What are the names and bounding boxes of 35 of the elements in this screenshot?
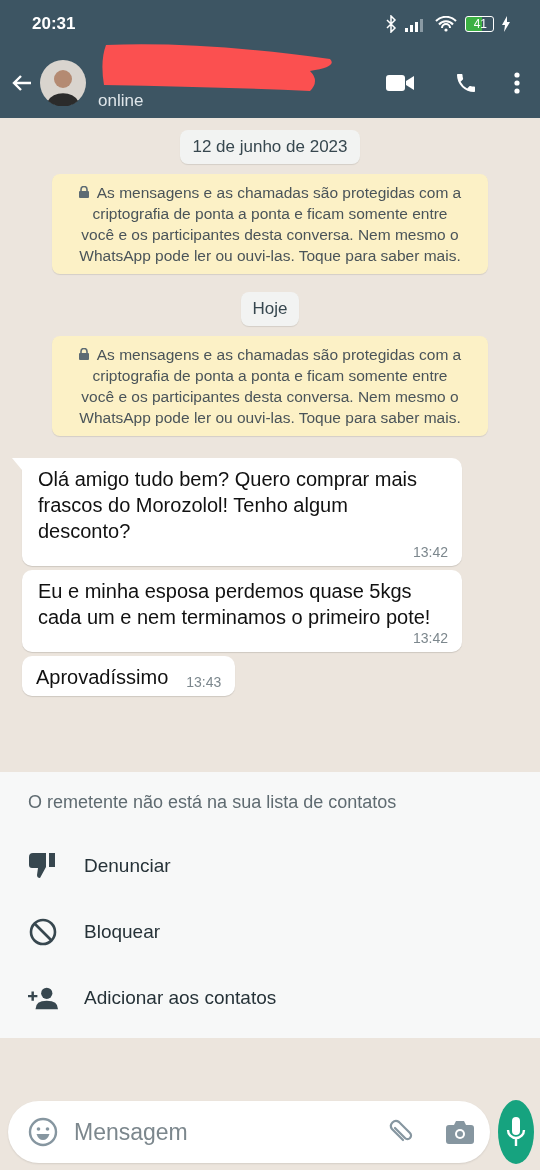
emoji-icon[interactable] [28, 1117, 58, 1147]
message-text: Eu e minha esposa perdemos quase 5kgs cada um e nem terminamos o primeiro pote! [38, 579, 432, 630]
action-item[interactable]: Denunciar [28, 833, 512, 899]
microphone-icon [506, 1117, 526, 1147]
avatar-icon[interactable] [40, 60, 86, 106]
encryption-notice[interactable]: As mensagens e as chamadas são protegidas com a criptografia de ponta a ponta e ficam somente entre você e os participantes desta conversa. Nem mesmo o WhatsApp pode ler ou ouvi-las. Toque para saber mais. [52, 336, 488, 436]
message-text: Olá amigo tudo bem? Quero comprar mais frascos do Morozolol! Tenho algum desconto? [38, 467, 419, 544]
unknown-sender-notice: O remetente não está na sua lista de contatos [28, 792, 398, 813]
contact-status: online [98, 91, 144, 111]
more-options-icon[interactable] [514, 72, 520, 94]
action-item[interactable]: Adicionar aos contatos [28, 965, 512, 1031]
charging-icon [502, 16, 510, 32]
add-contact-icon [28, 986, 58, 1010]
message-input-field[interactable]: Mensagem [72, 1117, 372, 1147]
status-time: 20:31 [32, 14, 76, 34]
wifi-icon [434, 16, 457, 32]
action-item[interactable]: Bloquear [28, 899, 512, 965]
message-time: 13:42 [412, 544, 448, 560]
date-chip: 12 de junho de 2023 [180, 130, 360, 164]
date-chip: Hoje [240, 292, 300, 326]
encryption-notice[interactable]: As mensagens e as chamadas são protegidas com a criptografia de ponta a ponta e ficam somente entre você e os participantes desta conversa. Nem mesmo o WhatsApp pode ler ou ouvi-las. Toque para saber mais. [52, 174, 488, 274]
camera-icon[interactable] [446, 1120, 474, 1144]
video-call-icon[interactable] [386, 73, 414, 93]
microphone-button[interactable] [498, 1100, 534, 1164]
bluetooth-icon [384, 15, 397, 33]
message-text: Aprovadíssimo [36, 665, 169, 690]
phone-icon[interactable] [454, 71, 478, 95]
battery-level: 41 [464, 16, 494, 32]
lock-icon [78, 186, 89, 198]
lock-icon [78, 348, 89, 360]
message-time: 13:42 [412, 630, 448, 646]
thumbs-down-icon [28, 853, 58, 879]
message-time: 13:43 [186, 674, 222, 690]
message-field[interactable]: Mensagem [8, 1101, 490, 1163]
block-icon [28, 918, 58, 946]
